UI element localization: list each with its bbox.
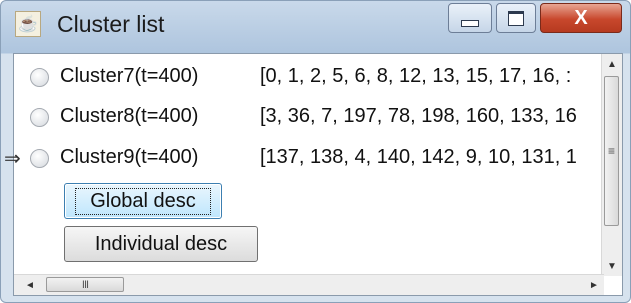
maximize-icon [508,10,524,26]
cluster-row[interactable]: Cluster8(t=400) [3, 36, 7, 197, 78, 198,… [14,102,604,132]
global-desc-button[interactable]: Global desc [64,183,222,219]
scroll-up-icon[interactable]: ▲ [602,54,622,74]
minimize-icon [461,19,479,27]
scroll-left-icon[interactable]: ◄ [20,275,40,295]
cluster-name: Cluster7(t=400) [60,65,199,87]
global-desc-label: Global desc [75,187,211,215]
scroll-down-icon[interactable]: ▼ [602,256,622,276]
horizontal-scrollbar[interactable]: ◄ III ► [14,274,604,295]
cluster-radio[interactable] [30,149,49,168]
cluster-row[interactable]: Cluster7(t=400) [0, 1, 2, 5, 6, 8, 12, 1… [14,62,604,92]
cluster-name: Cluster8(t=400) [60,105,199,127]
vertical-scroll-thumb[interactable]: ≡ [604,76,619,226]
cluster-list-panel: Cluster7(t=400) [0, 1, 2, 5, 6, 8, 12, 1… [4,53,623,296]
grip-icon: III [81,278,89,291]
individual-desc-button[interactable]: Individual desc [64,226,258,262]
grip-icon: ≡ [607,144,615,158]
maximize-button[interactable] [496,3,536,33]
vertical-scrollbar[interactable]: ▲ ≡ ▼ [601,54,622,276]
title-bar[interactable]: ☕ Cluster list X [1,1,630,53]
cluster-radio[interactable] [30,68,49,87]
cluster-radio[interactable] [30,108,49,127]
cluster-name: Cluster9(t=400) [60,146,199,168]
java-cup-icon[interactable]: ☕ [15,11,41,37]
scroll-right-icon[interactable]: ► [584,275,604,295]
window-title: Cluster list [57,11,165,37]
cluster-members: [137, 138, 4, 140, 142, 9, 10, 131, 1 [260,146,577,168]
close-button[interactable]: X [540,3,622,33]
cluster-members: [0, 1, 2, 5, 6, 8, 12, 13, 15, 17, 16, : [260,65,572,87]
cluster-row[interactable]: ⇒ Cluster9(t=400) [137, 138, 4, 140, 142… [4,143,604,173]
cluster-list-window: ☕ Cluster list X Cluster7(t=400) [0, 1, … [0,0,631,303]
horizontal-scroll-thumb[interactable]: III [46,277,124,292]
close-icon: X [574,6,588,29]
cluster-members: [3, 36, 7, 197, 78, 198, 160, 133, 16 [260,105,577,127]
minimize-button[interactable] [448,3,492,33]
pointer-arrow-icon: ⇒ [4,148,21,170]
